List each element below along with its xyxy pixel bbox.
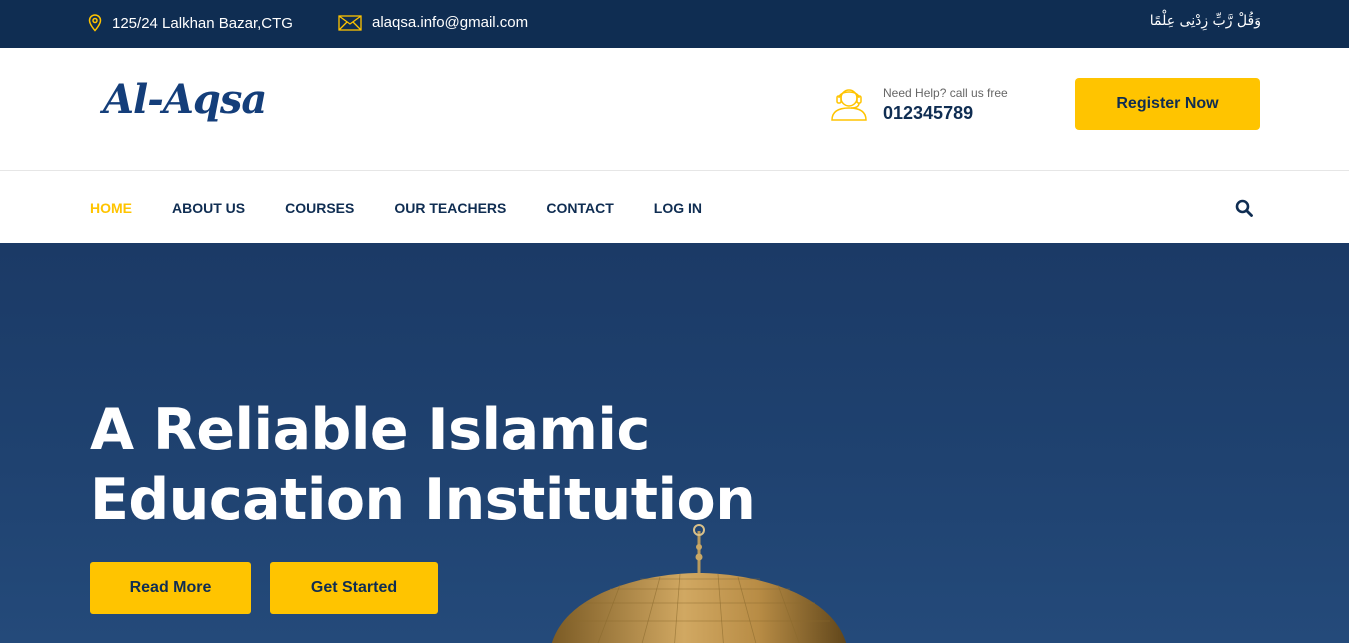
support-agent-icon (831, 89, 867, 121)
search-icon[interactable] (1235, 199, 1253, 217)
hero-title-line-2: Education Institution (90, 467, 756, 533)
email-item[interactable]: alaqsa.info@gmail.com (338, 14, 528, 31)
read-more-button[interactable]: Read More (90, 562, 251, 614)
envelope-icon (338, 14, 362, 31)
dome-illustration (552, 524, 846, 643)
nav-item-our-teachers[interactable]: OUR TEACHERS (394, 200, 506, 216)
site-logo[interactable]: Al-Aqsa (103, 76, 267, 123)
address-item: 125/24 Lalkhan Bazar,CTG (88, 14, 293, 32)
help-label: Need Help? call us free (883, 86, 1008, 100)
nav-item-log-in[interactable]: LOG IN (654, 200, 702, 216)
main-nav: HOME ABOUT US COURSES OUR TEACHERS CONTA… (0, 172, 1349, 243)
top-bar: 125/24 Lalkhan Bazar,CTG alaqsa.info@gma… (0, 0, 1349, 48)
location-pin-icon (88, 14, 102, 32)
address-text: 125/24 Lalkhan Bazar,CTG (112, 14, 293, 32)
site-header: Al-Aqsa Need Help? call us free 01234578… (0, 48, 1349, 171)
phone-number[interactable]: 012345789 (883, 103, 1008, 124)
nav-item-about-us[interactable]: ABOUT US (172, 200, 245, 216)
help-contact: Need Help? call us free 012345789 (829, 84, 1008, 124)
email-link[interactable]: alaqsa.info@gmail.com (372, 14, 528, 31)
arabic-verse: وَقُلْ رَّبِّ زِدْنِى عِلْمًا (1149, 13, 1261, 29)
nav-item-home[interactable]: HOME (90, 200, 132, 216)
hero-title: A Reliable Islamic Education Institution (90, 395, 756, 535)
register-now-button[interactable]: Register Now (1075, 78, 1260, 130)
nav-item-contact[interactable]: CONTACT (546, 200, 613, 216)
hero-title-line-1: A Reliable Islamic (90, 397, 650, 463)
get-started-button[interactable]: Get Started (270, 562, 438, 614)
nav-item-courses[interactable]: COURSES (285, 200, 354, 216)
hero-section: A Reliable Islamic Education Institution… (0, 243, 1349, 643)
